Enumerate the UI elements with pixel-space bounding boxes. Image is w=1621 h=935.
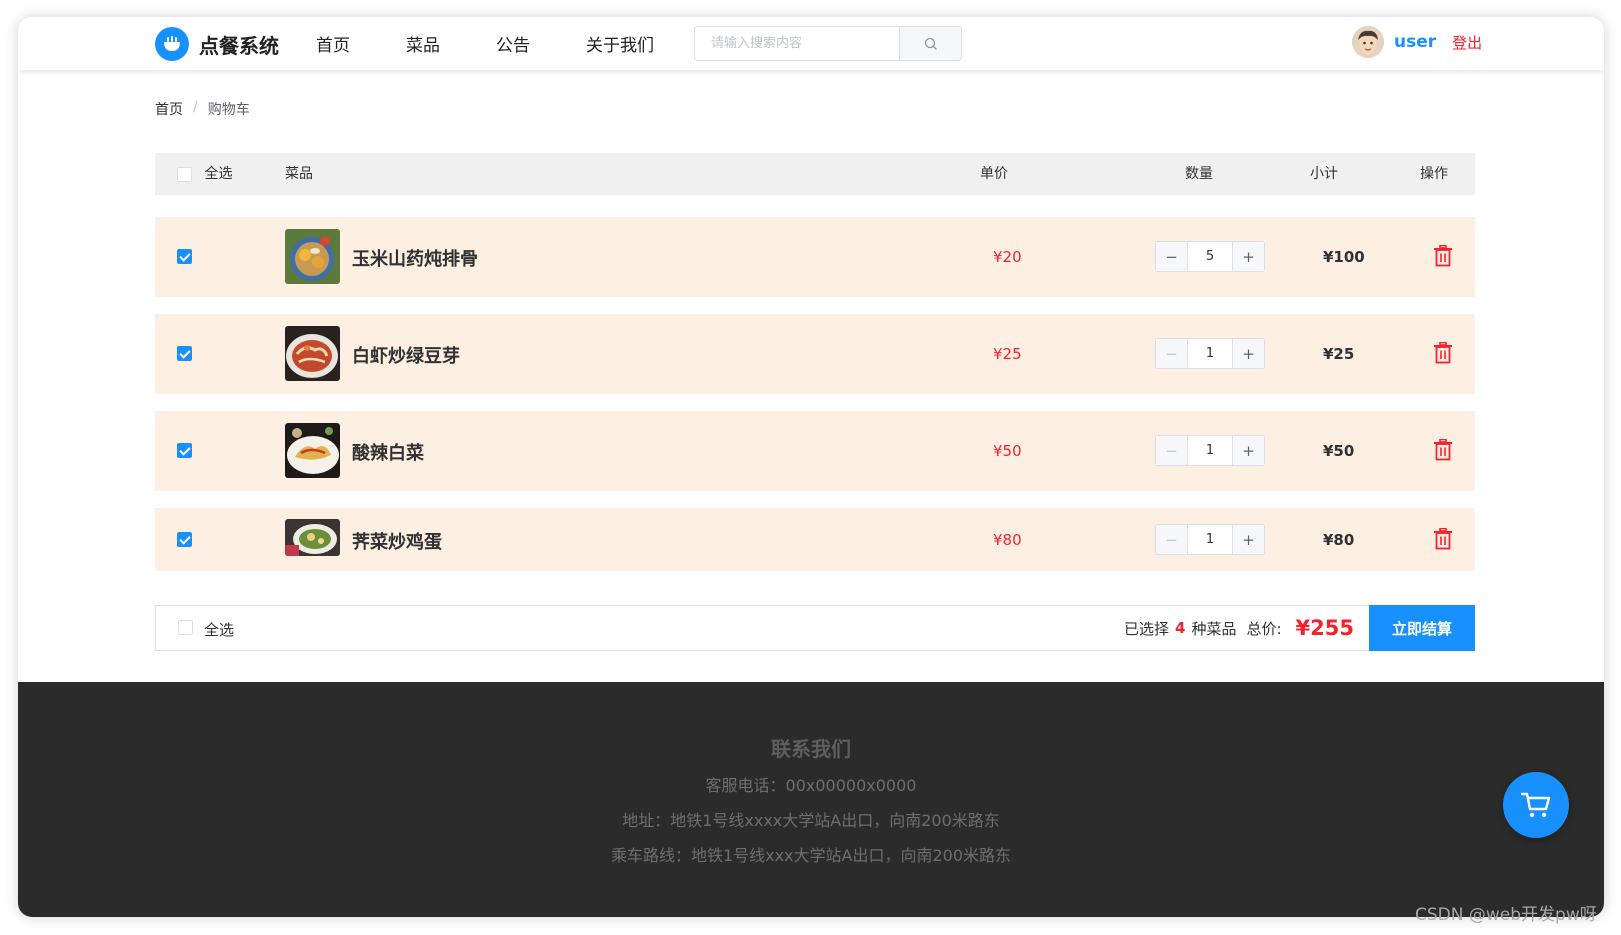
row-checkbox[interactable] <box>177 249 192 264</box>
site-footer: 联系我们 客服电话：00x00000x0000 地址：地铁1号线xxxx大学站A… <box>18 682 1604 917</box>
selected-suffix: 种菜品 <box>1191 619 1237 638</box>
header-price: 单价 <box>980 166 1008 182</box>
increase-button[interactable]: + <box>1232 242 1264 271</box>
checkout-button[interactable]: 立即结算 <box>1369 605 1475 651</box>
row-subtotal: ¥50 <box>1323 442 1355 460</box>
cart-row: 酸辣白菜 ¥50 − 1 + ¥50 <box>155 411 1475 491</box>
app-window: 点餐系统 首页 菜品 公告 关于我们 请输入搜索内容 user 登出 首页 / … <box>18 17 1604 917</box>
watermark: CSDN @web开发pw呀 <box>1415 905 1597 925</box>
nav-item-dishes[interactable]: 菜品 <box>406 31 440 56</box>
delete-button[interactable] <box>1433 527 1453 554</box>
avatar[interactable] <box>1352 26 1384 58</box>
quantity-value[interactable]: 1 <box>1188 525 1232 554</box>
floating-cart-button[interactable] <box>1503 772 1569 838</box>
unit-price: ¥25 <box>993 345 1022 363</box>
cart-row: 玉米山药炖排骨 ¥20 − 5 + ¥100 <box>155 217 1475 297</box>
quantity-stepper: − 1 + <box>1155 435 1265 466</box>
unit-price: ¥80 <box>993 531 1022 549</box>
delete-button[interactable] <box>1433 438 1453 465</box>
search-button[interactable] <box>899 27 961 60</box>
search-icon <box>924 37 937 50</box>
dish-image[interactable] <box>285 326 340 381</box>
dish-image[interactable] <box>285 229 340 284</box>
cart-icon <box>1520 792 1551 818</box>
username[interactable]: user <box>1394 32 1436 52</box>
quantity-stepper: − 1 + <box>1155 524 1265 555</box>
delete-button[interactable] <box>1433 244 1453 271</box>
breadcrumb-separator: / <box>193 99 198 115</box>
trash-icon <box>1434 244 1452 267</box>
quantity-stepper: − 5 + <box>1155 241 1265 272</box>
footer-phone: 客服电话：00x00000x0000 <box>705 776 917 795</box>
increase-button[interactable]: + <box>1232 525 1264 554</box>
unit-price: ¥50 <box>993 442 1022 460</box>
dish-name: 荠菜炒鸡蛋 <box>352 532 442 553</box>
decrease-button[interactable]: − <box>1156 242 1188 271</box>
quantity-value[interactable]: 5 <box>1188 242 1232 271</box>
breadcrumb-home[interactable]: 首页 <box>155 99 183 119</box>
footer-route: 乘车路线：地铁1号线xxx大学站A出口，向南200米路东 <box>610 846 1012 865</box>
header-dish: 菜品 <box>285 166 313 182</box>
footer-address: 地址：地铁1号线xxxx大学站A出口，向南200米路东 <box>622 811 1000 830</box>
unit-price: ¥20 <box>993 248 1022 266</box>
user-area: user 登出 <box>1352 26 1482 58</box>
delete-button[interactable] <box>1433 341 1453 368</box>
nav-item-about[interactable]: 关于我们 <box>586 31 654 56</box>
decrease-button[interactable]: − <box>1156 339 1188 368</box>
footer-title: 联系我们 <box>771 737 851 761</box>
select-all-checkbox[interactable] <box>177 166 192 182</box>
quantity-value[interactable]: 1 <box>1188 339 1232 368</box>
quantity-value[interactable]: 1 <box>1188 436 1232 465</box>
cart-table-header: 全选 菜品 单价 数量 小计 操作 <box>155 153 1475 195</box>
decrease-button[interactable]: − <box>1156 525 1188 554</box>
selected-count: 4 <box>1175 619 1186 637</box>
main-nav: 首页 菜品 公告 关于我们 <box>316 17 654 70</box>
dish-image[interactable] <box>285 423 340 478</box>
quantity-stepper: − 1 + <box>1155 338 1265 369</box>
selected-prefix: 已选择 <box>1124 619 1170 638</box>
search-input[interactable] <box>695 27 899 60</box>
row-checkbox[interactable] <box>177 443 192 458</box>
increase-button[interactable]: + <box>1232 436 1264 465</box>
breadcrumb: 首页 / 购物车 <box>155 99 250 119</box>
header-select-all-label: 全选 <box>204 166 233 182</box>
decrease-button[interactable]: − <box>1156 436 1188 465</box>
row-checkbox[interactable] <box>177 532 192 547</box>
trash-icon <box>1434 341 1452 364</box>
logo[interactable]: 点餐系统 <box>155 27 279 61</box>
cart-summary-bar: 全选 已选择 4 种菜品 总价: ¥255 立即结算 <box>155 605 1475 651</box>
dish-name: 玉米山药炖排骨 <box>352 249 478 270</box>
cart-summary: 已选择 4 种菜品 总价: ¥255 <box>1124 606 1354 650</box>
total-label: 总价: <box>1246 619 1282 638</box>
footer-select-all-checkbox[interactable] <box>178 620 193 635</box>
logo-text: 点餐系统 <box>199 33 279 58</box>
nav-item-notices[interactable]: 公告 <box>496 31 530 56</box>
cart-row: 荠菜炒鸡蛋 ¥80 − 1 + ¥80 <box>155 508 1475 571</box>
row-subtotal: ¥80 <box>1323 531 1355 549</box>
row-subtotal: ¥100 <box>1323 248 1365 266</box>
dish-name: 酸辣白菜 <box>352 443 424 464</box>
increase-button[interactable]: + <box>1232 339 1264 368</box>
header-select-all[interactable]: 全选 <box>177 153 232 195</box>
nav-item-home[interactable]: 首页 <box>316 31 350 56</box>
row-subtotal: ¥25 <box>1323 345 1355 363</box>
logout-link[interactable]: 登出 <box>1452 32 1482 53</box>
dish-name: 白虾炒绿豆芽 <box>352 346 460 367</box>
total-price: ¥255 <box>1295 616 1354 640</box>
trash-icon <box>1434 438 1452 461</box>
header-qty: 数量 <box>1185 166 1213 182</box>
header-action: 操作 <box>1420 166 1448 182</box>
footer-select-all-label[interactable]: 全选 <box>204 619 234 640</box>
bowl-icon <box>155 27 189 61</box>
breadcrumb-current: 购物车 <box>207 102 250 118</box>
dish-image[interactable] <box>285 519 340 556</box>
header-subtotal: 小计 <box>1310 166 1338 182</box>
trash-icon <box>1434 527 1452 550</box>
row-checkbox[interactable] <box>177 346 192 361</box>
cart-row: 白虾炒绿豆芽 ¥25 − 1 + ¥25 <box>155 314 1475 394</box>
top-header: 点餐系统 首页 菜品 公告 关于我们 请输入搜索内容 user 登出 <box>18 17 1604 70</box>
search-box <box>694 26 962 61</box>
